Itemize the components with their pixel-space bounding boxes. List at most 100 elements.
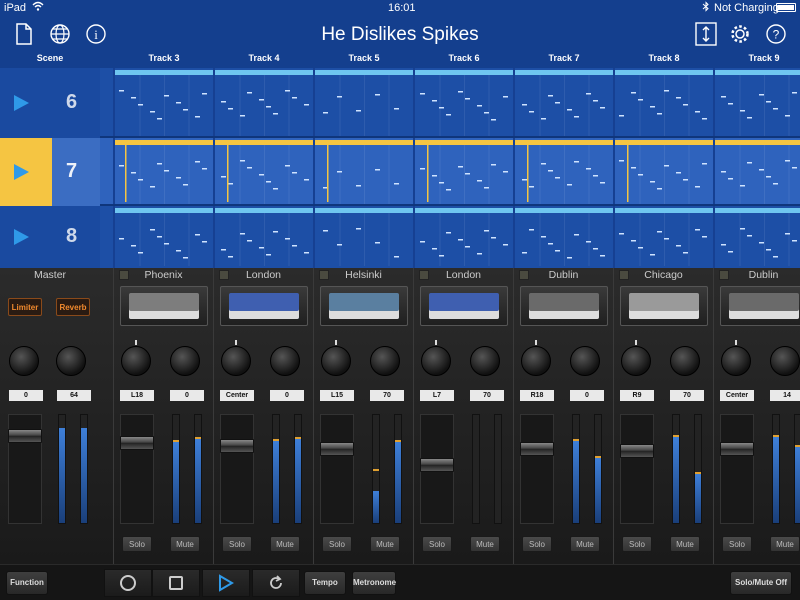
clip-note xyxy=(183,257,188,259)
master-knob-1[interactable] xyxy=(9,346,39,376)
wifi-icon xyxy=(32,1,44,14)
mute-button[interactable]: Mute xyxy=(370,536,400,552)
pan-knob[interactable] xyxy=(121,346,151,376)
tempo-button[interactable]: Tempo xyxy=(304,571,346,595)
pan-knob[interactable] xyxy=(421,346,451,376)
play-scene-icon[interactable] xyxy=(14,164,29,180)
track-header[interactable]: Track 8 xyxy=(614,52,714,68)
pan-knob[interactable] xyxy=(521,346,551,376)
mute-button[interactable]: Mute xyxy=(270,536,300,552)
mute-button[interactable]: Mute xyxy=(470,536,500,552)
track-header[interactable]: Track 5 xyxy=(314,52,414,68)
instrument-thumbnail[interactable] xyxy=(120,286,208,326)
clip-header xyxy=(315,208,413,213)
fader-cap[interactable] xyxy=(620,444,654,458)
solo-button[interactable]: Solo xyxy=(122,536,152,552)
fader-cap[interactable] xyxy=(720,442,754,456)
clip-note xyxy=(432,175,437,177)
stop-button[interactable] xyxy=(152,569,200,597)
play-scene-icon[interactable] xyxy=(14,95,29,111)
status-bar: iPad 16:01 Not Charging xyxy=(0,0,800,16)
scene-row-7[interactable]: 7 xyxy=(0,138,100,206)
scene-row-6[interactable]: 6 xyxy=(0,68,100,138)
volume-fader[interactable] xyxy=(520,414,554,524)
clip-note xyxy=(228,256,233,258)
volume-fader[interactable] xyxy=(720,414,754,524)
master-knob-2[interactable] xyxy=(56,346,86,376)
volume-fader[interactable] xyxy=(320,414,354,524)
fader-cap[interactable] xyxy=(320,442,354,456)
fader-cap[interactable] xyxy=(520,442,554,456)
fader-cap[interactable] xyxy=(220,439,254,453)
send-knob[interactable] xyxy=(170,346,200,376)
instrument-thumbnail[interactable] xyxy=(520,286,608,326)
help-icon[interactable]: ? xyxy=(762,20,790,48)
gear-icon[interactable] xyxy=(726,20,754,48)
limiter-button[interactable]: Limiter xyxy=(8,298,42,316)
clip-note xyxy=(728,103,733,105)
clip-row xyxy=(100,206,800,268)
play-button[interactable] xyxy=(202,569,250,597)
send-knob[interactable] xyxy=(270,346,300,376)
track-header[interactable]: Track 4 xyxy=(214,52,314,68)
stop-icon xyxy=(169,576,183,590)
volume-fader[interactable] xyxy=(220,414,254,524)
send-value: 70 xyxy=(470,390,504,401)
solo-button[interactable]: Solo xyxy=(722,536,752,552)
instrument-thumbnail[interactable] xyxy=(720,286,800,326)
clip-note xyxy=(695,111,700,113)
send-knob[interactable] xyxy=(770,346,800,376)
level-meter-left xyxy=(172,414,180,524)
clip-note xyxy=(337,96,342,98)
instrument-thumbnail[interactable] xyxy=(420,286,508,326)
clip-header xyxy=(715,140,800,145)
master-fader[interactable] xyxy=(8,414,42,524)
volume-fader[interactable] xyxy=(120,414,154,524)
loop-button[interactable] xyxy=(252,569,300,597)
track-header[interactable]: Track 9 xyxy=(714,52,800,68)
solo-button[interactable]: Solo xyxy=(222,536,252,552)
fader-cap[interactable] xyxy=(8,429,42,443)
clip-grid[interactable] xyxy=(0,68,800,268)
instrument-thumbnail[interactable] xyxy=(320,286,408,326)
function-button[interactable]: Function xyxy=(6,571,48,595)
solo-button[interactable]: Solo xyxy=(422,536,452,552)
pan-value: L18 xyxy=(120,390,154,401)
solo-button[interactable]: Solo xyxy=(622,536,652,552)
level-meter-right xyxy=(694,414,702,524)
volume-fader[interactable] xyxy=(420,414,454,524)
play-scene-icon[interactable] xyxy=(14,229,29,245)
mute-button[interactable]: Mute xyxy=(570,536,600,552)
fader-cap[interactable] xyxy=(120,436,154,450)
send-knob[interactable] xyxy=(470,346,500,376)
pan-knob[interactable] xyxy=(321,346,351,376)
volume-fader[interactable] xyxy=(620,414,654,524)
send-knob[interactable] xyxy=(670,346,700,376)
channel-name: London xyxy=(445,269,482,281)
metronome-button[interactable]: Metronome xyxy=(352,571,396,595)
clip-note xyxy=(195,161,200,163)
record-button[interactable] xyxy=(104,569,152,597)
track-header[interactable]: Track 7 xyxy=(514,52,614,68)
scene-row-8[interactable]: 8 xyxy=(0,206,100,268)
send-knob[interactable] xyxy=(570,346,600,376)
instrument-thumbnail[interactable] xyxy=(220,286,308,326)
clip-note xyxy=(702,118,707,120)
track-header[interactable]: Track 3 xyxy=(114,52,214,68)
solo-mute-off-button[interactable]: Solo/Mute Off xyxy=(730,571,792,595)
mute-button[interactable]: Mute xyxy=(170,536,200,552)
track-header[interactable]: Track 6 xyxy=(414,52,514,68)
solo-button[interactable]: Solo xyxy=(522,536,552,552)
reverb-button[interactable]: Reverb xyxy=(56,298,90,316)
mute-button[interactable]: Mute xyxy=(670,536,700,552)
pan-knob[interactable] xyxy=(721,346,751,376)
pan-knob[interactable] xyxy=(221,346,251,376)
mute-button[interactable]: Mute xyxy=(770,536,800,552)
send-knob[interactable] xyxy=(370,346,400,376)
instrument-thumbnail[interactable] xyxy=(620,286,708,326)
resize-icon[interactable] xyxy=(692,20,720,48)
clip-note xyxy=(439,107,444,109)
fader-cap[interactable] xyxy=(420,458,454,472)
pan-knob[interactable] xyxy=(621,346,651,376)
solo-button[interactable]: Solo xyxy=(322,536,352,552)
